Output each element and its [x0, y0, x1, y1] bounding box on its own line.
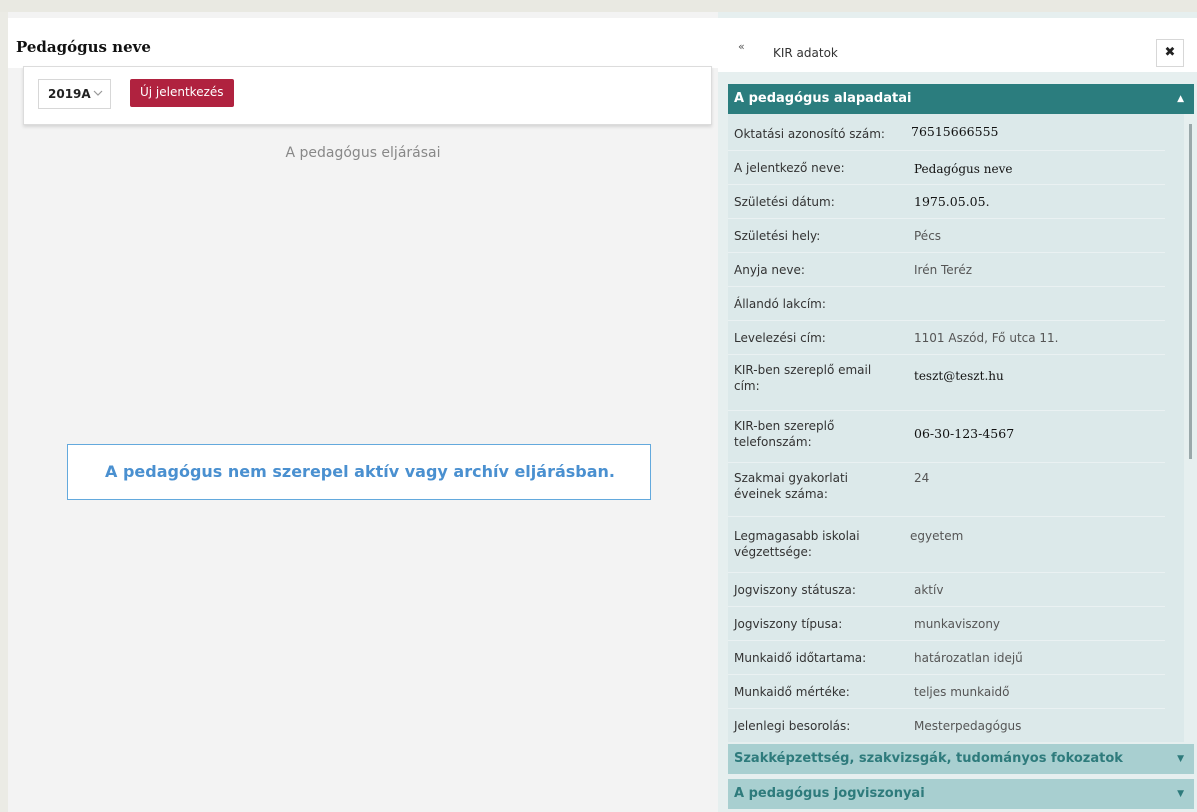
field-value: aktív [914, 583, 944, 597]
field-value: 06-30-123-4567 [914, 426, 1015, 441]
field-row: Állandó lakcím: [728, 286, 1165, 321]
field-label: Jelenlegi besorolás: [734, 719, 851, 733]
field-value: Pedagógus neve [914, 162, 1013, 176]
kir-panel-title: KIR adatok [773, 46, 838, 60]
field-row: Oktatási azonosító szám: 76515666555 [728, 114, 1165, 151]
field-row: Legmagasabb iskolai végzettsége: egyetem [728, 516, 1165, 573]
field-row: Jelenlegi besorolás: Mesterpedagógus [728, 708, 1165, 742]
close-button[interactable]: ✖ [1156, 39, 1184, 67]
new-application-button[interactable]: Új jelentkezés [130, 79, 234, 107]
year-select[interactable]: 2019A [38, 79, 111, 109]
field-label: Anyja neve: [734, 263, 805, 277]
field-label: Születési dátum: [734, 195, 835, 209]
field-label: Jogviszony státusza: [734, 583, 856, 597]
field-row: Szakmai gyakorlati éveinek száma: 24 [728, 462, 1165, 517]
top-strip [0, 0, 1197, 12]
field-label: Szakmai gyakorlati éveinek száma: [734, 471, 849, 501]
field-row: Születési hely: Pécs [728, 218, 1165, 253]
field-value: 1975.05.05. [914, 194, 990, 209]
field-value: 76515666555 [911, 124, 999, 139]
title-bar: Pedagógus neve [8, 18, 718, 68]
year-select-value: 2019A [48, 87, 91, 101]
section-basic-data-header[interactable]: A pedagógus alapadatai ▲ [728, 84, 1194, 114]
field-row: A jelentkező neve: Pedagógus neve [728, 150, 1165, 185]
field-label: Állandó lakcím: [734, 297, 826, 311]
field-row: Jogviszony típusa: munkaviszony [728, 606, 1165, 641]
basic-data-list: Oktatási azonosító szám: 76515666555 A j… [728, 114, 1192, 742]
page-title: Pedagógus neve [16, 38, 151, 56]
left-edge [0, 12, 8, 812]
toolbar: 2019A Új jelentkezés [23, 66, 712, 125]
field-label: Levelezési cím: [734, 331, 826, 345]
field-row: KIR-ben szereplő telefonszám: 06-30-123-… [728, 410, 1165, 463]
field-row: Anyja neve: Irén Teréz [728, 252, 1165, 287]
field-value: 1101 Aszód, Fő utca 11. [914, 331, 1059, 345]
field-label: KIR-ben szereplő email cím: [734, 363, 872, 393]
kir-panel-header: « KIR adatok ✖ [718, 18, 1197, 72]
field-label: KIR-ben szereplő telefonszám: [734, 419, 835, 449]
field-label: Jogviszony típusa: [734, 617, 843, 631]
field-value: teszt@teszt.hu [914, 369, 1004, 383]
caret-up-icon: ▲ [1177, 94, 1184, 104]
field-row: Munkaidő időtartama: határozatlan idejű [728, 640, 1165, 675]
kir-panel: « KIR adatok ✖ A pedagógus alapadatai ▲ … [718, 12, 1197, 812]
scrollbar[interactable] [1189, 124, 1192, 459]
empty-state-message: A pedagógus nem szerepel aktív vagy arch… [104, 462, 615, 481]
field-label: A jelentkező neve: [734, 161, 845, 175]
field-value: egyetem [910, 529, 964, 543]
field-value: 24 [914, 471, 930, 485]
field-label: Születési hely: [734, 229, 821, 243]
procedures-heading: A pedagógus eljárásai [285, 145, 441, 161]
section-basic-data-title: A pedagógus alapadatai [734, 91, 912, 106]
field-row: Születési dátum: 1975.05.05. [728, 184, 1165, 219]
field-row: Levelezési cím: 1101 Aszód, Fő utca 11. [728, 320, 1165, 355]
field-label: Legmagasabb iskolai végzettsége: [734, 529, 860, 559]
empty-state-box: A pedagógus nem szerepel aktív vagy arch… [67, 444, 651, 500]
section-qualifications-title: Szakképzettség, szakvizsgák, tudományos … [734, 751, 1123, 766]
section-employment-title: A pedagógus jogviszonyai [734, 786, 925, 801]
field-value: munkaviszony [914, 617, 1001, 631]
field-value: Irén Teréz [914, 263, 973, 277]
field-value: Pécs [914, 229, 942, 243]
field-row: Munkaidő mértéke: teljes munkaidő [728, 674, 1165, 709]
field-label: Munkaidő időtartama: [734, 651, 867, 665]
chevron-down-icon [93, 83, 103, 106]
field-value: Mesterpedagógus [914, 719, 1022, 733]
teacher-panel: Pedagógus neve 2019A Új jelentkezés A pe… [8, 12, 718, 812]
field-row: KIR-ben szereplő email cím: teszt@teszt.… [728, 354, 1165, 411]
collapse-panel-icon[interactable]: « [738, 40, 758, 60]
caret-down-icon: ▼ [1177, 754, 1184, 764]
field-label: Oktatási azonosító szám: [734, 127, 885, 141]
section-employment-header[interactable]: A pedagógus jogviszonyai ▼ [728, 779, 1194, 809]
caret-down-icon: ▼ [1177, 789, 1184, 799]
field-label: Munkaidő mértéke: [734, 685, 850, 699]
section-qualifications-header[interactable]: Szakképzettség, szakvizsgák, tudományos … [728, 744, 1194, 774]
field-value: határozatlan idejű [914, 651, 1023, 665]
field-row: Jogviszony státusza: aktív [728, 572, 1165, 607]
field-value: teljes munkaidő [914, 685, 1010, 699]
